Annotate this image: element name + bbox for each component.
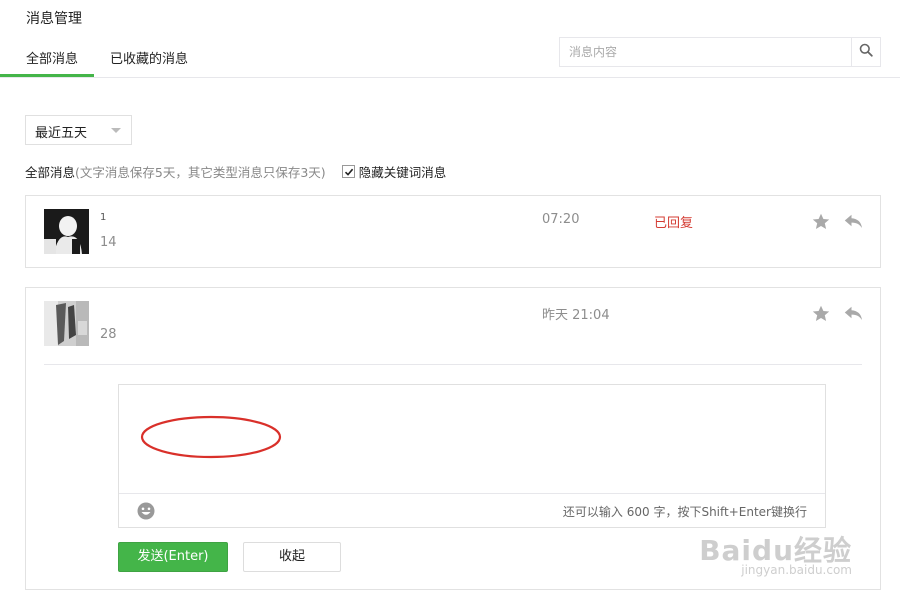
reply-status-badge: 已回复 <box>654 216 694 231</box>
message-text: 28 <box>100 327 117 342</box>
retention-note: (文字消息保存5天，其它类型消息只保存3天) <box>75 165 326 180</box>
star-icon[interactable] <box>812 305 830 326</box>
char-count-hint: 还可以输入 600 字，按下Shift+Enter键换行 <box>562 505 807 519</box>
filter-row: 全部消息 (文字消息保存5天，其它类型消息只保存3天) 隐藏关键词消息 <box>25 162 446 181</box>
send-button[interactable]: 发送(Enter) <box>118 542 228 572</box>
search-input[interactable] <box>560 38 852 66</box>
reply-icon[interactable] <box>844 306 863 325</box>
active-tab-indicator <box>0 74 94 77</box>
date-range-selected: 最近五天 <box>35 126 88 141</box>
chevron-down-icon <box>111 128 121 133</box>
message-time: 07:20 <box>542 212 580 227</box>
page-title: 消息管理 <box>26 11 82 27</box>
avatar[interactable] <box>44 209 89 254</box>
hide-keyword-label[interactable]: 隐藏关键词消息 <box>359 162 447 181</box>
search-box <box>559 37 881 67</box>
hide-keyword-checkbox[interactable] <box>341 165 355 178</box>
search-button[interactable] <box>851 38 880 66</box>
checkmark-icon <box>344 168 353 176</box>
collapse-button[interactable]: 收起 <box>243 542 341 572</box>
filter-main-label: 全部消息 <box>25 165 76 180</box>
star-icon[interactable] <box>812 213 830 234</box>
tab-starred-messages[interactable]: 已收藏的消息 <box>110 48 188 67</box>
watermark-url: jingyan.baidu.com <box>741 563 852 577</box>
tab-all-messages[interactable]: 全部消息 <box>26 48 78 67</box>
emoji-icon[interactable] <box>137 502 155 524</box>
divider <box>44 364 862 365</box>
date-range-select[interactable]: 最近五天 <box>25 115 132 145</box>
annotation-ellipse <box>140 415 282 459</box>
reply-editor: 还可以输入 600 字，按下Shift+Enter键换行 <box>118 384 826 528</box>
baidu-watermark: Baidu经验 jingyan.baidu.com <box>699 529 852 577</box>
editor-toolbar: 还可以输入 600 字，按下Shift+Enter键换行 <box>119 493 825 527</box>
search-icon <box>859 43 873 61</box>
avatar[interactable] <box>44 301 89 346</box>
sender-nickname[interactable]: 1 <box>100 212 106 223</box>
reply-icon[interactable] <box>844 214 863 233</box>
message-text: 14 <box>100 235 117 250</box>
message-item: 1 14 07:20 已回复 <box>25 195 881 268</box>
message-time: 昨天 21:04 <box>542 308 610 323</box>
